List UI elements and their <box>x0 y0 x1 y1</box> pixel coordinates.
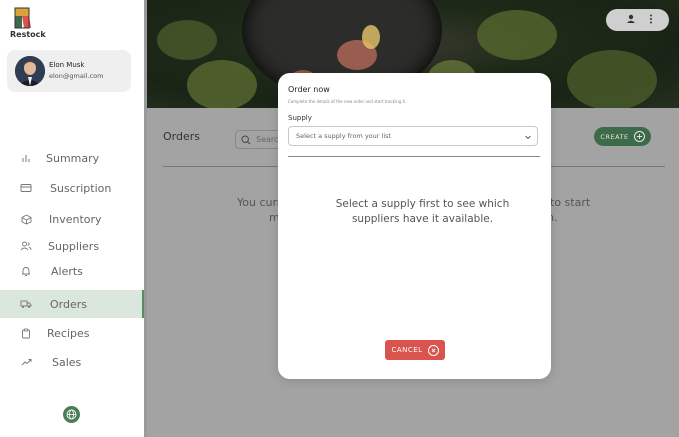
page-title: Orders <box>163 130 200 143</box>
sidebar-item-suppliers[interactable]: Suppliers <box>0 232 144 260</box>
supply-label: Supply <box>288 114 312 122</box>
sidebar-item-label: Summary <box>46 151 100 165</box>
dialog-divider <box>288 156 540 157</box>
user-name: Elon Musk <box>49 61 85 69</box>
create-button[interactable]: CREATE <box>594 127 651 146</box>
sidebar-item-label: Sales <box>52 355 82 369</box>
sidebar-item-label: Inventory <box>49 212 102 226</box>
cancel-button[interactable]: CANCEL <box>385 340 445 360</box>
sidebar-item-label: Suscription <box>50 181 112 195</box>
plus-circle-icon <box>633 131 645 142</box>
bar-chart-icon <box>20 152 32 164</box>
order-now-dialog: Order now Complete the details of the ne… <box>278 73 551 379</box>
supply-select[interactable]: Select a supply from your list <box>288 126 538 146</box>
app-logo[interactable]: Restock <box>10 7 46 39</box>
supply-hint-message: Select a supply first to see which suppl… <box>335 198 510 225</box>
sidebar-item-sales[interactable]: Sales <box>0 348 144 376</box>
sidebar-item-label: Orders <box>50 297 87 311</box>
user-card[interactable]: Elon Musk elon@gmail.com <box>7 50 131 92</box>
sidebar-item-suscription[interactable]: Suscription <box>0 174 144 202</box>
language-globe-button[interactable] <box>63 406 80 423</box>
sidebar-item-recipes[interactable]: Recipes <box>0 319 144 347</box>
truck-icon <box>20 298 32 310</box>
sidebar-item-orders[interactable]: Orders <box>0 290 144 318</box>
credit-card-icon <box>20 182 32 194</box>
sidebar: Restock Elon Musk elon@gmail.com Summary <box>0 0 144 437</box>
profile-menu-pill[interactable] <box>606 9 669 31</box>
more-vertical-icon <box>650 14 652 24</box>
user-icon <box>627 14 635 23</box>
sidebar-item-label: Recipes <box>47 326 90 340</box>
cancel-button-label: CANCEL <box>391 346 423 354</box>
sidebar-item-label: Suppliers <box>48 239 100 253</box>
restock-logo-icon <box>14 7 32 29</box>
supply-placeholder: Select a supply from your list <box>296 132 392 140</box>
empty-state-text: to start <box>550 196 591 209</box>
sidebar-item-summary[interactable]: Summary <box>0 144 144 172</box>
clipboard-icon <box>20 327 32 339</box>
users-icon <box>20 240 32 252</box>
user-email: elon@gmail.com <box>49 72 104 80</box>
sidebar-item-inventory[interactable]: Inventory <box>0 205 144 233</box>
close-circle-icon <box>427 344 439 356</box>
avatar <box>15 56 45 86</box>
chevron-down-icon <box>525 135 531 140</box>
box-icon <box>20 213 32 225</box>
create-button-label: CREATE <box>600 132 629 141</box>
sidebar-item-label: Alerts <box>51 264 83 278</box>
dialog-subtitle: Complete the details of the new order an… <box>288 99 407 104</box>
empty-state-text: You curr <box>237 196 282 209</box>
trending-up-icon <box>20 356 32 368</box>
globe-icon <box>66 409 77 420</box>
sidebar-item-alerts[interactable]: Alerts <box>0 257 144 285</box>
search-icon <box>241 135 251 145</box>
app-name: Restock <box>10 30 46 39</box>
dialog-title: Order now <box>288 85 330 94</box>
bell-icon <box>20 265 32 277</box>
